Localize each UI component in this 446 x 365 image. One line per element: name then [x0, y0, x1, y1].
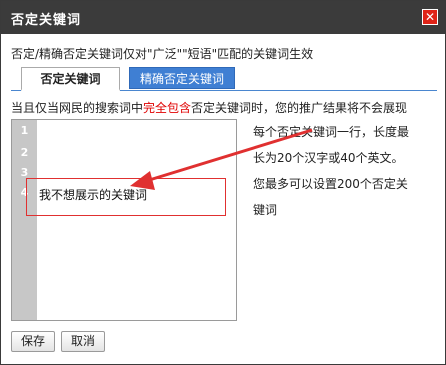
title-bar[interactable]: 否定关键词 ✕	[1, 1, 445, 34]
tab-exact-negative-keywords[interactable]: 精确否定关键词	[129, 67, 235, 89]
tab-negative-keywords[interactable]: 否定关键词	[21, 67, 120, 91]
line-number-gutter: 1 2 3 4	[12, 120, 37, 320]
help-line: 您最多可以设置200个否定关	[253, 177, 408, 191]
description-after: 否定关键词时，您的推广结果将不会展现	[191, 101, 408, 115]
annotation-highlight-box	[26, 178, 226, 216]
help-text: 每个否定关键词一行，长度最 长为20个汉字或40个英文。 您最多可以设置200个…	[253, 119, 443, 223]
scope-note: 否定/精确否定关键词仅对"广泛""短语"匹配的关键词生效	[11, 47, 314, 61]
dialog-title: 否定关键词	[11, 13, 82, 28]
close-icon[interactable]: ✕	[422, 9, 438, 25]
description-text: 当且仅当网民的搜索词中完全包含否定关键词时，您的推广结果将不会展现	[11, 99, 407, 116]
help-line: 键词	[253, 203, 278, 217]
description-before: 当且仅当网民的搜索词中	[11, 101, 144, 115]
line-number: 2	[20, 146, 29, 159]
description-highlight: 完全包含	[143, 101, 192, 115]
save-button[interactable]: 保存	[11, 331, 55, 352]
cancel-button[interactable]: 取消	[61, 331, 105, 352]
tab-bar: 否定关键词 精确否定关键词	[11, 67, 437, 91]
help-line: 每个否定关键词一行，长度最	[253, 125, 410, 139]
line-number: 1	[20, 124, 29, 137]
help-line: 长为20个汉字或40个英文。	[253, 151, 404, 165]
keywords-textarea[interactable]: 1 2 3 4 我不想展示的关键词	[11, 119, 237, 321]
